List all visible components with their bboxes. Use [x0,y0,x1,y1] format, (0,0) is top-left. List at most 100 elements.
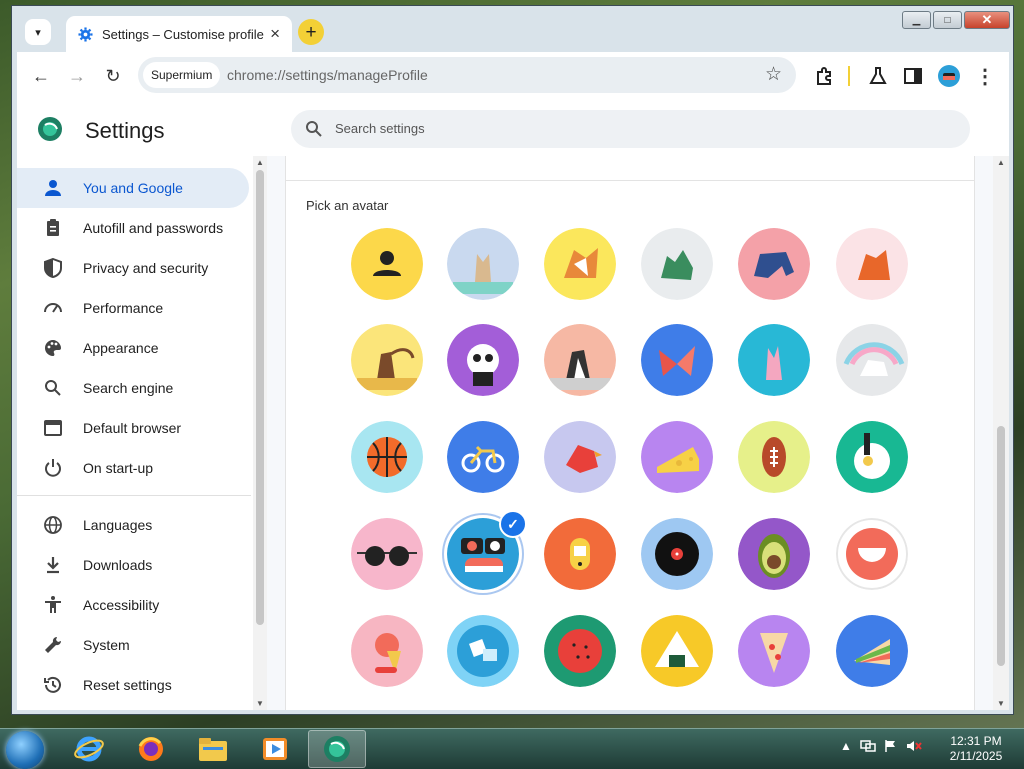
sidebar-item-search-engine[interactable]: Search engine [17,368,249,408]
sidebar-scroll-thumb[interactable] [256,170,264,625]
sidebar-item-performance[interactable]: Performance [17,288,249,328]
avatar-penguin[interactable] [544,324,616,396]
maximize-button[interactable]: □ [933,11,962,29]
shield-icon [43,258,63,278]
menu-icon[interactable]: ⋮ [973,64,997,88]
volume-muted-icon[interactable] [906,739,922,756]
sidebar-item-downloads[interactable]: Downloads [17,545,249,585]
side-panel-icon[interactable] [901,64,925,88]
tab-settings[interactable]: Settings – Customise profile × [66,16,292,52]
avatar-sandwich[interactable] [836,615,908,687]
media-player-icon[interactable] [246,730,304,768]
sidebar-item-appearance[interactable]: Appearance [17,328,249,368]
avatar-blocks[interactable] [447,615,519,687]
avatar-ramen[interactable] [836,421,908,493]
scroll-down-arrow[interactable]: ▼ [256,699,264,708]
browser-window-icon [43,418,63,438]
sidebar-item-reset-settings[interactable]: Reset settings [17,665,249,705]
main-scroll-thumb[interactable] [997,426,1005,666]
file-explorer-icon[interactable] [184,730,242,768]
settings-main: Pick an avatar ✓ [267,156,993,710]
avatar-unicorn[interactable] [836,324,908,396]
internet-explorer-icon[interactable] [60,730,118,768]
labs-icon[interactable] [866,64,890,88]
avatar-bicycle[interactable] [447,421,519,493]
avatar-fox[interactable] [836,228,908,300]
supermium-icon[interactable] [308,730,366,768]
bookmark-star-icon[interactable]: ☆ [765,63,782,86]
url-text[interactable]: chrome://settings/manageProfile [227,67,428,83]
new-tab-button[interactable]: + [298,19,324,45]
avatar-cheese[interactable] [641,421,713,493]
tab-close-icon[interactable]: × [270,24,280,44]
sidebar-item-on-start-up[interactable]: On start-up [17,448,249,488]
sidebar-item-system[interactable]: System [17,625,249,665]
manage-profile-card: Pick an avatar ✓ [285,156,975,710]
close-button[interactable]: ✕ [964,11,1010,29]
main-scrollbar[interactable]: ▲ ▼ [993,156,1009,710]
avatar-rabbit[interactable] [738,324,810,396]
avatar-generic-person[interactable] [351,228,423,300]
avatar-avocado[interactable] [738,518,810,590]
pick-avatar-label: Pick an avatar [306,198,389,213]
profile-avatar[interactable] [937,64,961,88]
avatar-elephant[interactable] [738,228,810,300]
action-center-flag-icon[interactable] [884,739,898,756]
avatar-sunglasses[interactable] [351,518,423,590]
avatar-watermelon[interactable] [544,615,616,687]
sidebar-item-privacy-and-security[interactable]: Privacy and security [17,248,249,288]
sidebar-item-default-browser[interactable]: Default browser [17,408,249,448]
search-settings-input[interactable]: Search settings [291,110,970,148]
tab-title: Settings – Customise profile [102,27,264,42]
avatar-smile[interactable] [836,518,908,590]
taskbar: ▲ 12:31 PM 2/11/2025 [0,728,1024,769]
network-icon[interactable] [860,739,876,756]
browser-window: ▾ Settings – Customise profile × + ▁ □ ✕… [11,5,1014,715]
sidebar-item-label: System [83,637,130,653]
scroll-up-arrow[interactable]: ▲ [256,158,264,167]
settings-header: Settings Search settings [17,100,1009,157]
show-hidden-icons-arrow[interactable]: ▲ [840,739,852,756]
speedometer-icon [43,298,63,318]
sidebar-scrollbar[interactable]: ▲ ▼ [253,156,267,710]
sidebar-item-you-and-google[interactable]: You and Google [17,168,249,208]
avatar-butterfly[interactable] [641,324,713,396]
forward-button[interactable]: → [65,64,89,88]
site-chip[interactable]: Supermium [143,62,221,88]
firefox-icon[interactable] [122,730,180,768]
sidebar-item-autofill-and-passwords[interactable]: Autofill and passwords [17,208,249,248]
avatar-pizza[interactable] [738,615,810,687]
avatar-bird[interactable] [544,421,616,493]
avatar-panda[interactable] [447,324,519,396]
back-button[interactable]: ← [29,64,53,88]
avatar-tamagotchi[interactable] [544,518,616,590]
sidebar-item-label: You and Google [83,180,183,196]
avatar-basketball[interactable] [351,421,423,493]
avatar-cat[interactable] [447,228,519,300]
minimize-button[interactable]: ▁ [902,11,931,29]
sidebar-item-languages[interactable]: Languages [17,505,249,545]
sidebar-item-label: Search engine [83,380,174,396]
search-placeholder: Search settings [335,121,425,136]
avatar-football[interactable] [738,421,810,493]
address-bar[interactable]: Supermium chrome://settings/manageProfil… [138,57,796,93]
palette-icon [43,338,63,358]
avatar-dragon[interactable] [641,228,713,300]
avatar-monkey[interactable] [351,324,423,396]
avatar-ice-cream[interactable] [351,615,423,687]
clock[interactable]: 12:31 PM 2/11/2025 [936,734,1016,764]
sidebar-item-label: On start-up [83,460,154,476]
tab-search-button[interactable]: ▾ [25,19,51,45]
reload-button[interactable]: ↻ [101,64,125,88]
sidebar-item-label: Reset settings [83,677,172,693]
scroll-down-arrow[interactable]: ▼ [997,699,1005,708]
sidebar-item-accessibility[interactable]: Accessibility [17,585,249,625]
extensions-icon[interactable] [812,64,836,88]
avatar-corgi[interactable] [544,228,616,300]
avatar-vinyl[interactable] [641,518,713,590]
sidebar-item-label: Languages [83,517,153,533]
person-icon [43,178,63,198]
avatar-onigiri[interactable] [641,615,713,687]
scroll-up-arrow[interactable]: ▲ [997,158,1005,167]
start-orb[interactable] [6,731,44,769]
